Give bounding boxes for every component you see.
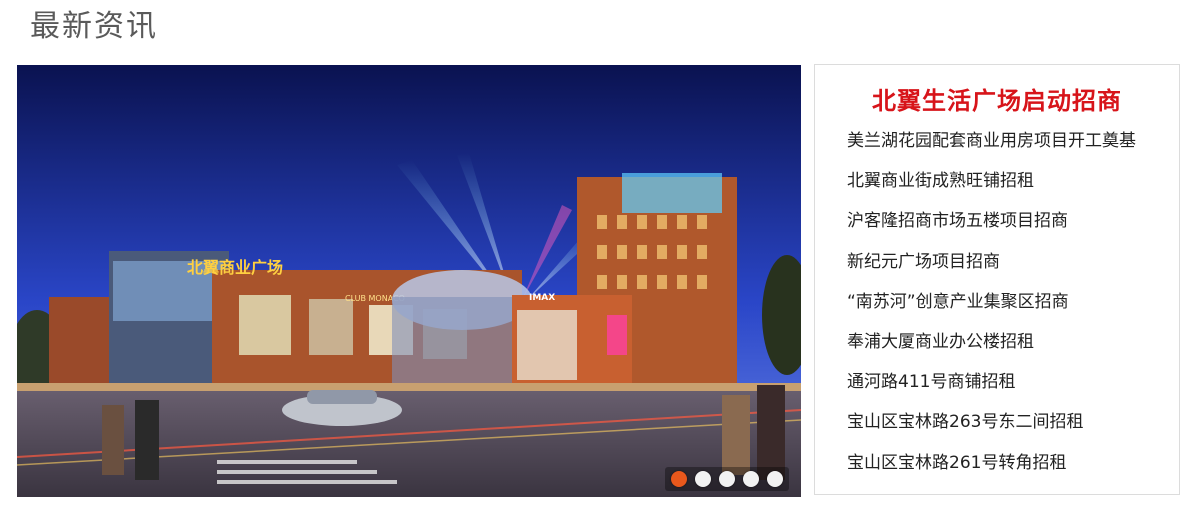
slider-dot-2[interactable] (695, 471, 711, 487)
slider-dot-3[interactable] (719, 471, 735, 487)
news-panel: 北翼生活广场启动招商 美兰湖花园配套商业用房项目开工奠基 北翼商业街成熟旺铺招租沪… (814, 64, 1180, 495)
news-item-link[interactable]: 通河路411号商铺招租 (847, 368, 1136, 408)
news-item-link[interactable]: 宝山区宝林路263号东二间招租 (847, 408, 1136, 448)
slide-image[interactable]: 北翼商业广场 CLUB MONACO IMAX (17, 65, 801, 497)
news-item-link[interactable]: 新纪元广场项目招商 (847, 248, 1136, 288)
news-item-link[interactable]: 宝山区宝林路261号转角招租 (847, 449, 1136, 489)
news-item-link[interactable]: 美兰湖花园配套商业用房项目开工奠基 (847, 127, 1136, 167)
news-item-link[interactable]: 奉浦大厦商业办公楼招租 (847, 328, 1136, 368)
news-item-link[interactable]: 北翼商业街成熟旺铺招租 (847, 167, 1136, 207)
sign-main: 北翼商业广场 (187, 258, 283, 277)
news-item-link[interactable]: “南苏河”创意产业集聚区招商 (847, 288, 1136, 328)
sign-imax: IMAX (529, 293, 555, 303)
slider-dot-1[interactable] (671, 471, 687, 487)
image-slider[interactable]: 北翼商业广场 CLUB MONACO IMAX (17, 65, 801, 497)
news-item-link[interactable]: 沪客隆招商市场五楼项目招商 (847, 207, 1136, 247)
section-title: 最新资讯 (30, 9, 158, 44)
slider-dot-5[interactable] (767, 471, 783, 487)
news-list: 美兰湖花园配套商业用房项目开工奠基 北翼商业街成熟旺铺招租 沪客隆招商市场五楼项目招… (847, 127, 1136, 489)
slider-pagination (665, 467, 789, 491)
news-headline-link[interactable]: 北翼生活广场启动招商 (815, 81, 1179, 116)
slider-dot-4[interactable] (743, 471, 759, 487)
